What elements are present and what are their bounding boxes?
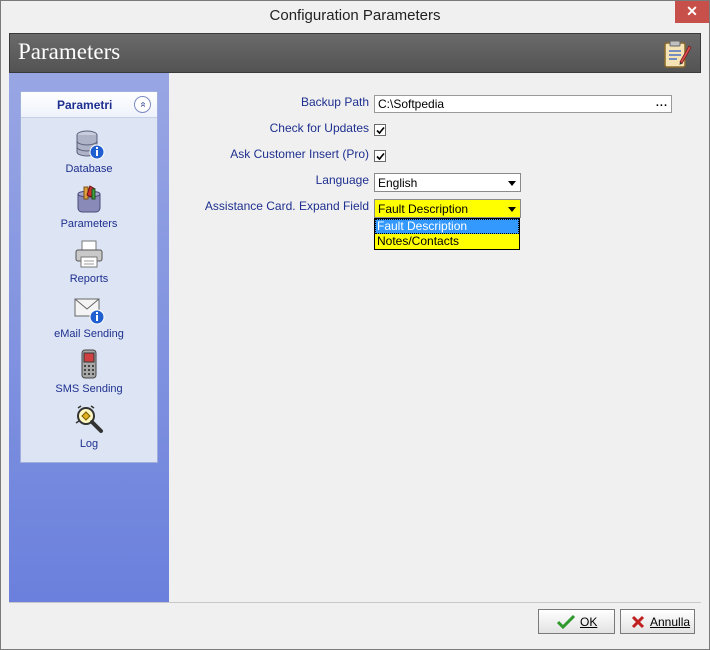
page-title: Parameters (18, 39, 121, 64)
nav-card: Parametri » Database Parameters Reports … (20, 91, 158, 463)
cancel-label: Annulla (650, 615, 691, 629)
assistance-field-label: Assistance Card. Expand Field (204, 199, 369, 213)
left-panel: Parametri » Database Parameters Reports … (9, 73, 169, 602)
nav-item-database[interactable]: Database (21, 128, 157, 180)
ask-customer-label: Ask Customer Insert (Pro) (230, 147, 369, 161)
nav-item-reports[interactable]: Reports (21, 238, 157, 290)
chevron-down-icon[interactable] (508, 181, 516, 186)
close-icon (631, 615, 645, 629)
cancel-button[interactable]: Annulla (620, 609, 695, 634)
nav-item-parameters[interactable]: Parameters (21, 183, 157, 235)
collapse-button[interactable]: » (134, 96, 151, 113)
checkmark-icon (376, 126, 385, 135)
backup-path-label: Backup Path (300, 95, 369, 109)
database-info-icon (76, 130, 105, 160)
title-bar: Configuration Parameters ✕ (1, 1, 709, 31)
close-button[interactable]: ✕ (675, 1, 709, 23)
check-updates-checkbox[interactable] (374, 124, 386, 136)
nav-label: SMS Sending (55, 383, 123, 395)
ok-label: OK (580, 615, 598, 629)
language-select[interactable]: English (374, 173, 521, 192)
footer-bar: OK Annulla (9, 602, 701, 642)
nav-header[interactable]: Parametri » (21, 92, 157, 118)
nav-label: Reports (69, 273, 109, 285)
nav-header-label: Parametri (57, 98, 113, 112)
check-updates-label: Check for Updates (269, 121, 369, 135)
header-band: Parameters (9, 33, 701, 73)
nav-label: eMail Sending (54, 328, 124, 340)
nav-item-log[interactable]: Log (21, 403, 157, 455)
nav-label: Parameters (60, 218, 118, 230)
checkmark-icon (557, 615, 575, 629)
nav-label: Database (65, 163, 113, 175)
dropdown-option-notes-contacts[interactable]: Notes/Contacts (375, 234, 519, 249)
printer-icon (75, 240, 103, 268)
browse-button[interactable]: ... (656, 97, 668, 109)
ask-customer-checkbox[interactable] (374, 150, 386, 162)
magnifier-log-icon (75, 405, 103, 433)
collapse-chevron-icon: » (137, 101, 148, 108)
language-label: Language (315, 173, 369, 187)
backup-path-value: C:\Softpedia (378, 97, 445, 111)
nav-label: Log (79, 438, 99, 450)
window-title: Configuration Parameters (269, 7, 441, 24)
email-info-icon (74, 298, 105, 325)
content-area: Backup Path C:\Softpedia ... Check for U… (169, 73, 701, 602)
ok-button[interactable]: OK (538, 609, 615, 634)
backup-path-input[interactable]: C:\Softpedia ... (374, 95, 672, 113)
assistance-field-value: Fault Description (378, 202, 469, 216)
clipboard-pencil-icon (664, 40, 692, 68)
dropdown-option-fault-description[interactable]: Fault Description (375, 219, 519, 234)
parameters-icon (77, 185, 101, 213)
language-value: English (378, 176, 418, 190)
checkmark-icon (376, 152, 385, 161)
assistance-field-select[interactable]: Fault Description (374, 199, 521, 218)
nav-item-sms-sending[interactable]: SMS Sending (21, 348, 157, 400)
configuration-window: Configuration Parameters ✕ Parameters Pa… (0, 0, 710, 650)
mobile-phone-icon (81, 349, 97, 379)
nav-item-email-sending[interactable]: eMail Sending (21, 293, 157, 345)
assistance-dropdown-list: Fault Description Notes/Contacts (374, 218, 520, 250)
chevron-down-icon[interactable] (508, 207, 516, 212)
